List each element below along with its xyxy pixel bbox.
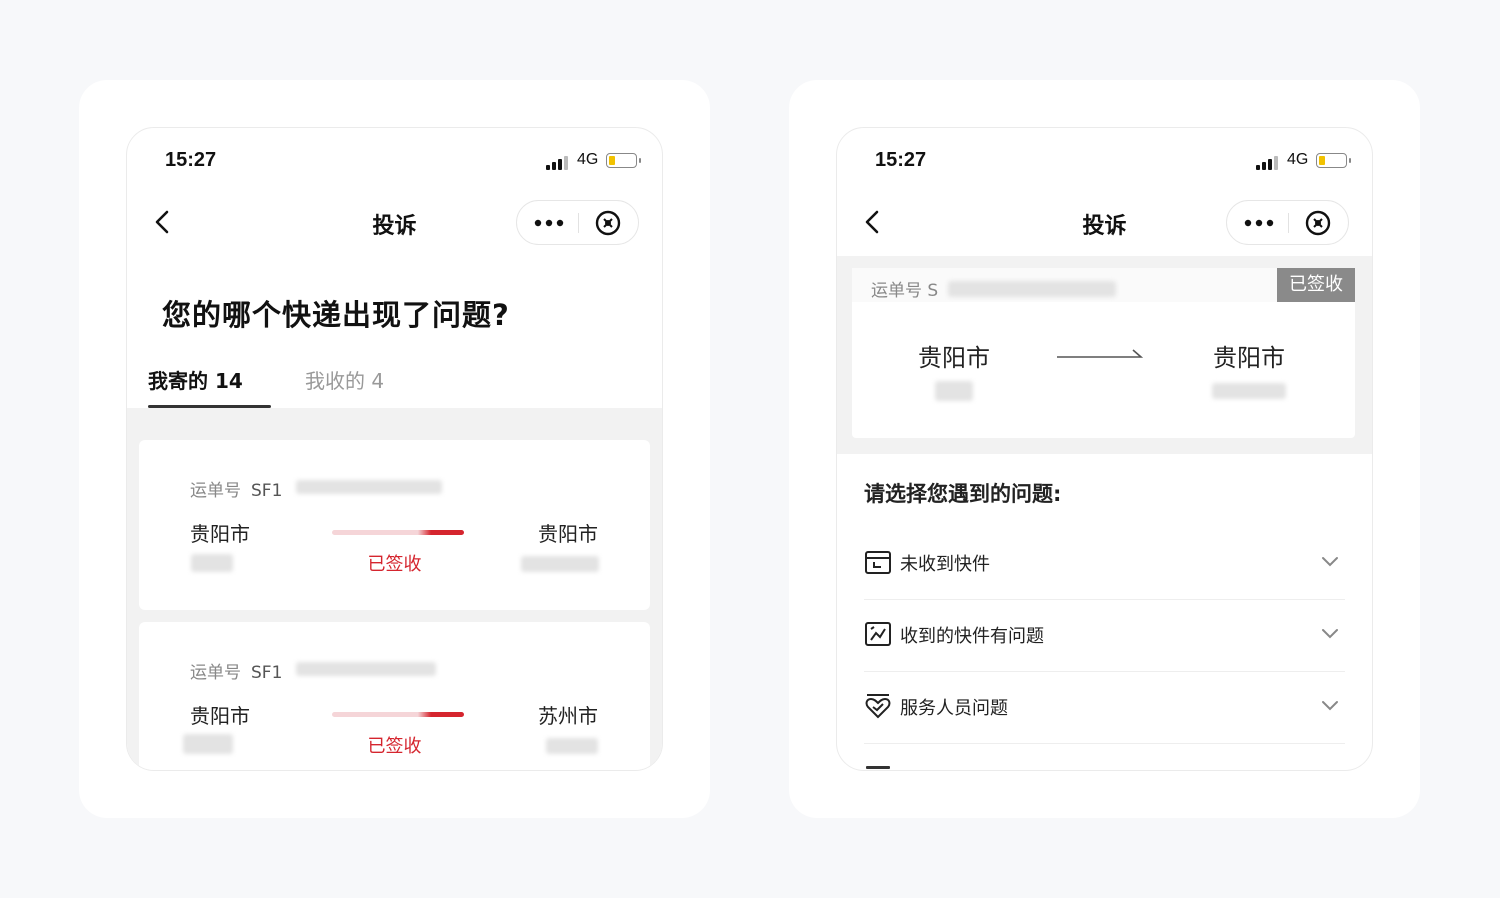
- origin-city: 贵阳市: [190, 704, 250, 728]
- issue-item-service-staff[interactable]: 服务人员问题: [864, 672, 1345, 744]
- shipment-progress-bar: [332, 530, 464, 535]
- navigation-bar: 投诉: [127, 194, 662, 256]
- issue-label: 服务人员问题: [900, 698, 1008, 719]
- battery-icon: [606, 153, 641, 168]
- waybill-prefix: S: [927, 281, 939, 301]
- waybill-label: 运单号: [190, 481, 241, 501]
- destination-city: 贵阳市: [1213, 344, 1285, 372]
- chevron-down-icon[interactable]: [1321, 698, 1339, 712]
- waybill-prefix: SF1: [251, 481, 283, 501]
- phone-frame-complaint-type: 15:27 4G 投诉 运单号 S 已签收 贵阳市 贵阳市 请选择您遇到的问题:…: [836, 127, 1373, 771]
- issue-item-damaged-package[interactable]: 收到的快件有问题: [864, 600, 1345, 672]
- tab-received[interactable]: 我收的 4: [305, 365, 384, 394]
- order-card[interactable]: 运单号 SF1 贵阳市 已签收 苏州市: [139, 622, 650, 770]
- status-badge: 已签收: [1277, 268, 1355, 302]
- status-time: 15:27: [875, 149, 927, 171]
- network-type: 4G: [1287, 151, 1309, 168]
- status-bar: 15:27 4G: [837, 128, 1372, 194]
- issue-label: 收到的快件有问题: [900, 626, 1044, 647]
- question-heading: 您的哪个快递出现了问题?: [162, 298, 510, 332]
- close-icon[interactable]: [1305, 210, 1331, 236]
- battery-icon: [1316, 153, 1351, 168]
- issue-label: 未收到快件: [900, 554, 990, 575]
- origin-city: 贵阳市: [190, 522, 250, 546]
- box-icon: [865, 551, 891, 574]
- order-list: 运单号 SF1 贵阳市 已签收 贵阳市 运单号 SF1 贵阳市 已签收 苏州市: [127, 408, 662, 770]
- waybill-label: 运单号: [871, 281, 922, 301]
- signal-icon: [1256, 154, 1280, 170]
- status-time: 15:27: [165, 149, 217, 171]
- waybill-number: 运单号 S: [871, 276, 938, 301]
- capsule-divider: [1288, 213, 1289, 233]
- mini-program-capsule: [1226, 200, 1349, 245]
- phone-frame-order-list: 15:27 4G 投诉 您的哪个快递出现了问题? 我寄的 14 我收的 4 运单…: [126, 127, 663, 771]
- issue-section-title: 请选择您遇到的问题:: [864, 482, 1062, 506]
- heart-service-icon: [865, 694, 891, 719]
- network-type: 4G: [577, 151, 599, 168]
- chevron-down-icon[interactable]: [1321, 626, 1339, 640]
- redacted-destination-district: [546, 738, 598, 754]
- shipment-card: 运单号 S 已签收 贵阳市 贵阳市: [852, 268, 1355, 438]
- order-card[interactable]: 运单号 SF1 贵阳市 已签收 贵阳市: [139, 440, 650, 610]
- broken-package-icon: [865, 622, 891, 646]
- more-icon[interactable]: [1243, 201, 1275, 246]
- more-icon[interactable]: [533, 201, 565, 246]
- redacted-destination-district: [521, 556, 599, 572]
- signal-icon: [546, 154, 570, 170]
- mini-program-capsule: [516, 200, 639, 245]
- chevron-down-icon[interactable]: [1321, 554, 1339, 568]
- waybill-number: 运单号 SF1: [190, 476, 282, 501]
- redacted-origin-district: [935, 381, 973, 401]
- issue-item-not-received[interactable]: 未收到快件: [864, 528, 1345, 600]
- redacted-waybill: [296, 480, 442, 494]
- close-icon[interactable]: [595, 210, 621, 236]
- destination-city: 贵阳市: [538, 522, 598, 546]
- tab-sent[interactable]: 我寄的 14: [148, 365, 243, 394]
- status-bar: 15:27 4G: [127, 128, 662, 194]
- next-item-icon-partial: [866, 766, 890, 769]
- capsule-divider: [578, 213, 579, 233]
- redacted-waybill: [948, 281, 1116, 297]
- shipment-summary-area: 运单号 S 已签收 贵阳市 贵阳市: [837, 256, 1372, 454]
- waybill-prefix: SF1: [251, 663, 283, 683]
- shipment-progress-bar: [332, 712, 464, 717]
- navigation-bar: 投诉: [837, 194, 1372, 256]
- redacted-waybill: [296, 662, 436, 676]
- waybill-label: 运单号: [190, 663, 241, 683]
- redacted-destination-district: [1212, 383, 1286, 399]
- route-arrow-icon: [1057, 349, 1143, 358]
- waybill-number: 运单号 SF1: [190, 658, 282, 683]
- right-screen-card: 15:27 4G 投诉 运单号 S 已签收 贵阳市 贵阳市 请选择您遇到的问题:…: [789, 80, 1420, 818]
- destination-city: 苏州市: [538, 704, 598, 728]
- origin-city: 贵阳市: [918, 344, 990, 372]
- left-screen-card: 15:27 4G 投诉 您的哪个快递出现了问题? 我寄的 14 我收的 4 运单…: [79, 80, 710, 818]
